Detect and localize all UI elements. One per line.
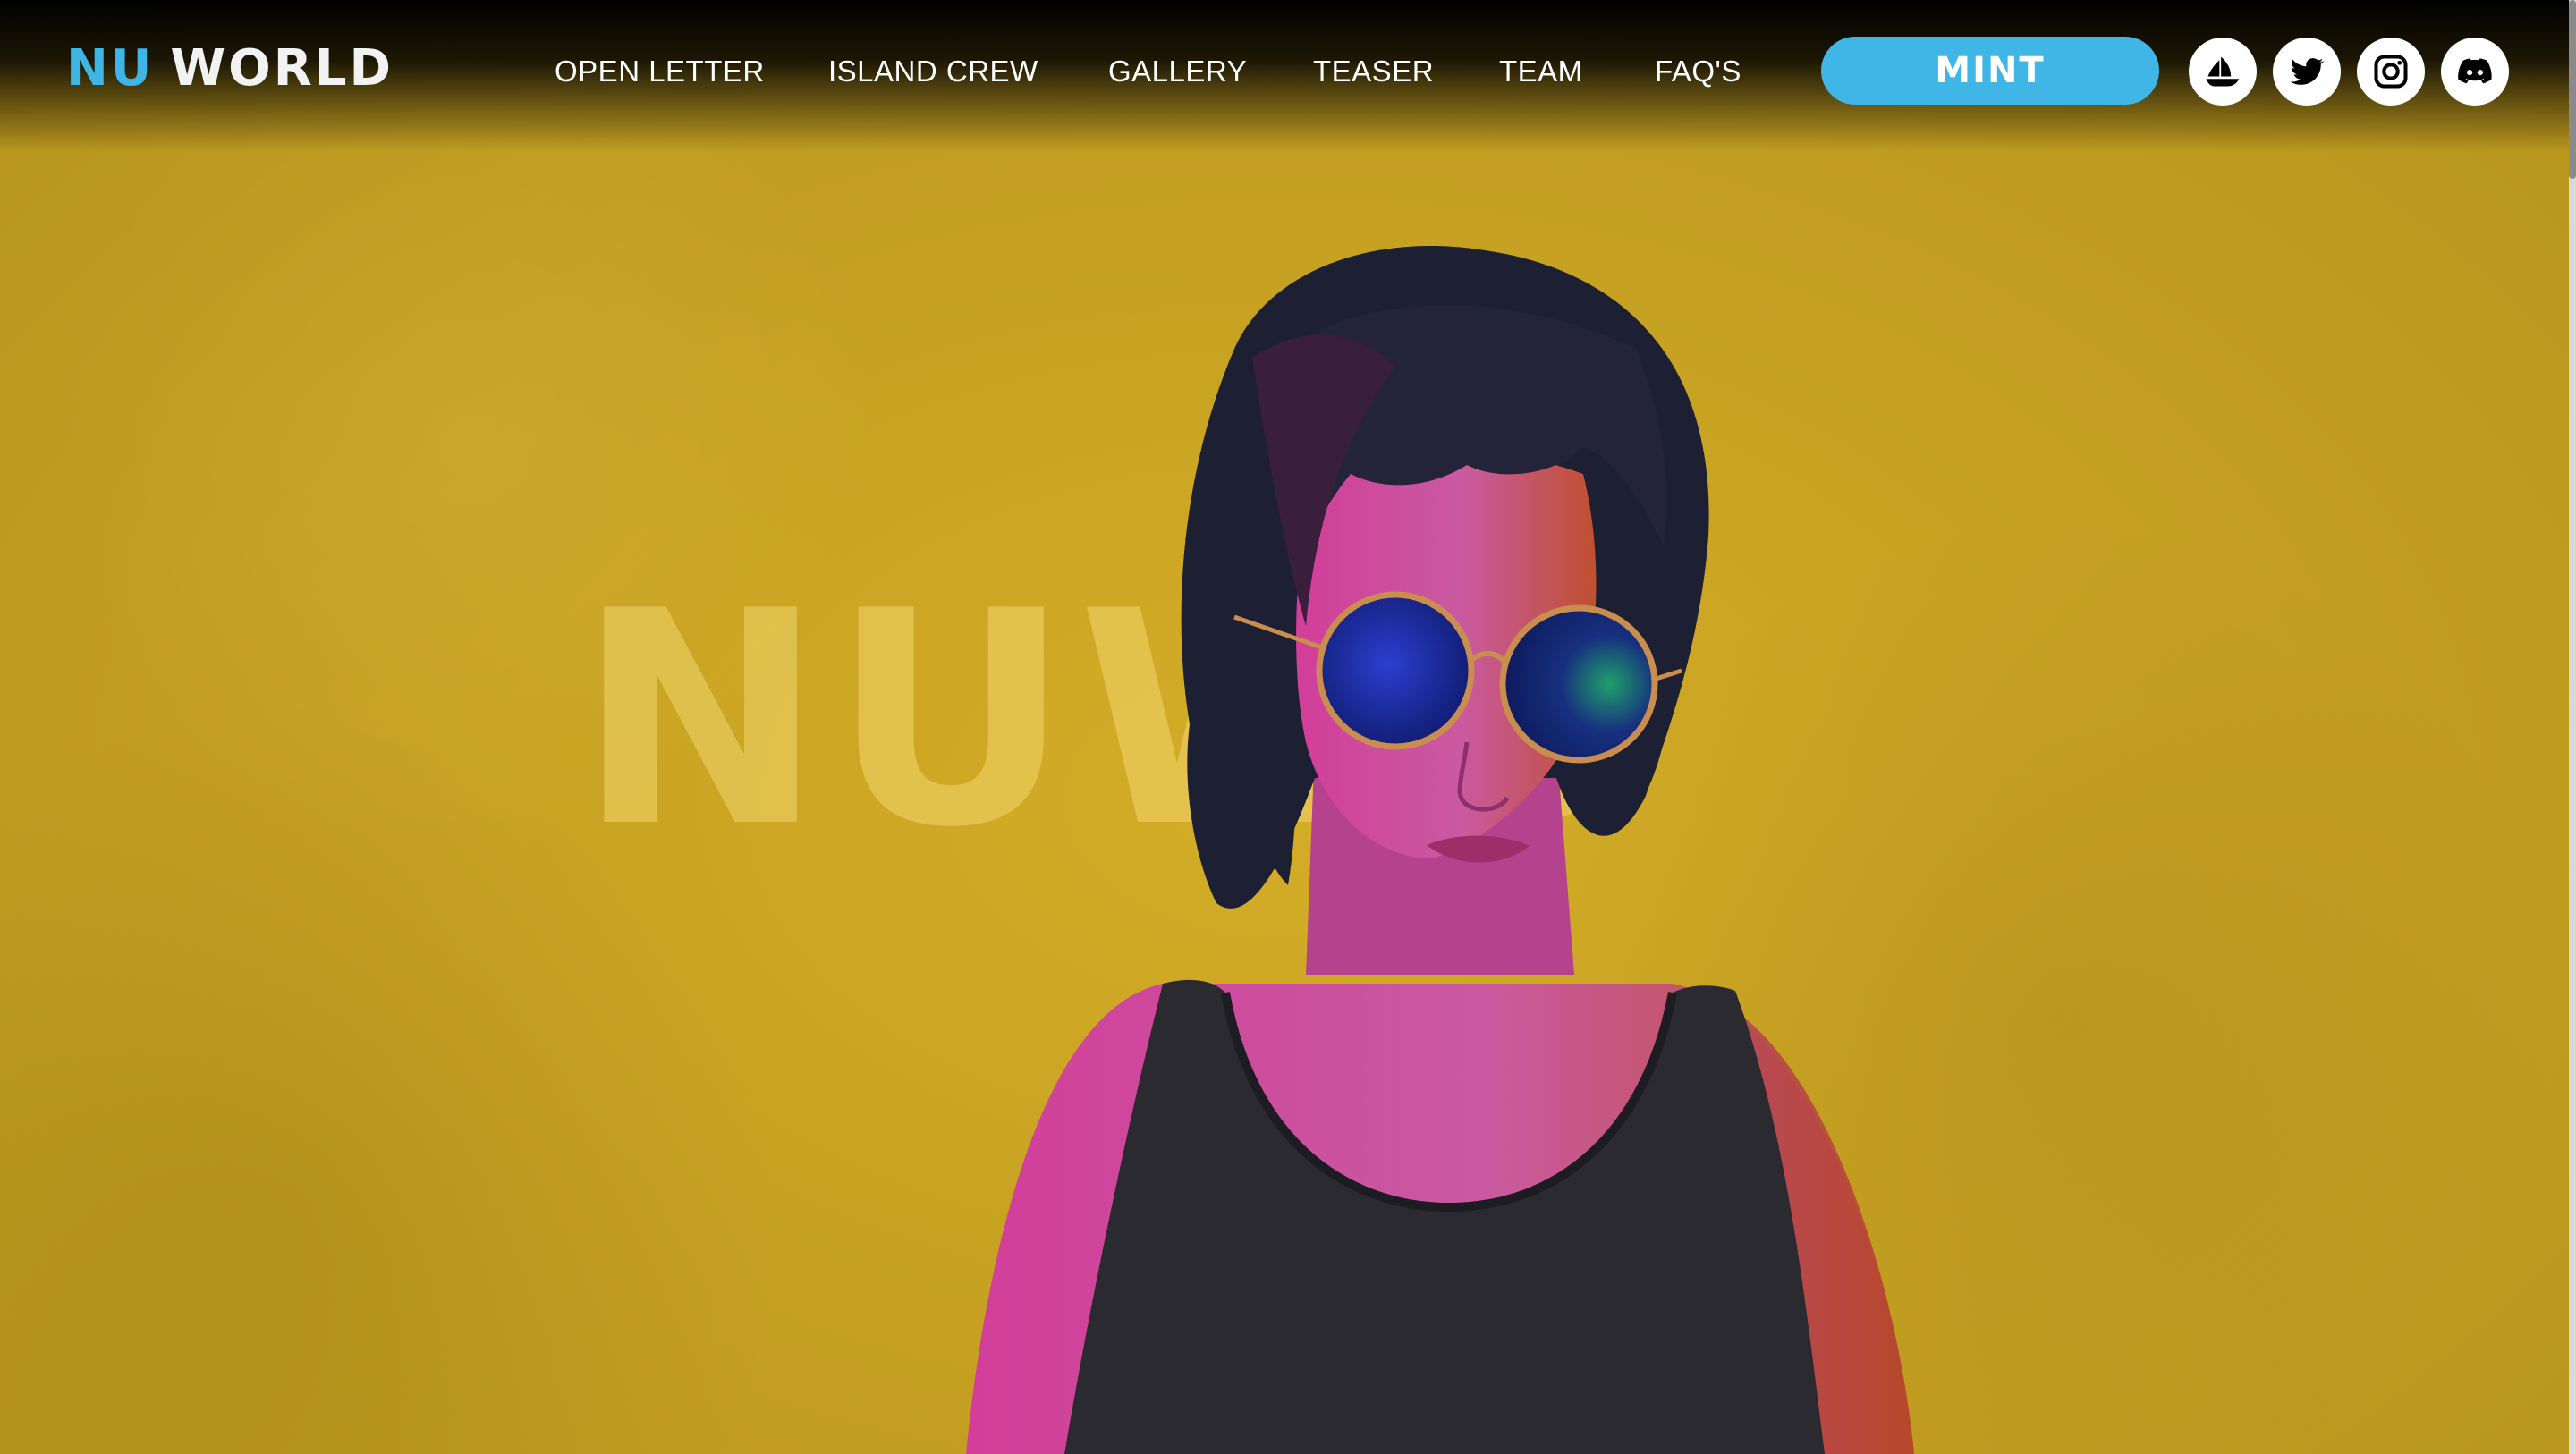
opensea-icon: [2206, 56, 2240, 87]
mint-button[interactable]: MINT: [1821, 37, 2159, 105]
twitter-icon: [2290, 58, 2325, 85]
scrollbar-thumb[interactable]: [2569, 0, 2576, 179]
page-scrollbar[interactable]: [2569, 0, 2576, 1454]
discord-icon: [2458, 58, 2492, 84]
hero-section: NUWD: [0, 0, 2569, 1454]
logo-nu-text: NU: [66, 39, 155, 97]
logo-world-text: WORLD: [170, 39, 394, 97]
nav-faqs[interactable]: FAQ'S: [1655, 50, 1741, 93]
opensea-link[interactable]: [2189, 38, 2257, 106]
site-logo[interactable]: NU WORLD: [66, 39, 394, 98]
nav-island-crew[interactable]: ISLAND CREW: [828, 50, 1038, 93]
nav-open-letter[interactable]: OPEN LETTER: [555, 50, 765, 93]
twitter-link[interactable]: [2273, 38, 2341, 106]
discord-link[interactable]: [2441, 38, 2509, 106]
nav-team[interactable]: TEAM: [1499, 50, 1583, 93]
nav-gallery[interactable]: GALLERY: [1108, 50, 1247, 93]
hero-character-image: [966, 245, 1914, 1454]
instagram-icon: [2374, 55, 2408, 89]
nav-teaser[interactable]: TEASER: [1313, 50, 1434, 93]
instagram-link[interactable]: [2357, 38, 2425, 106]
